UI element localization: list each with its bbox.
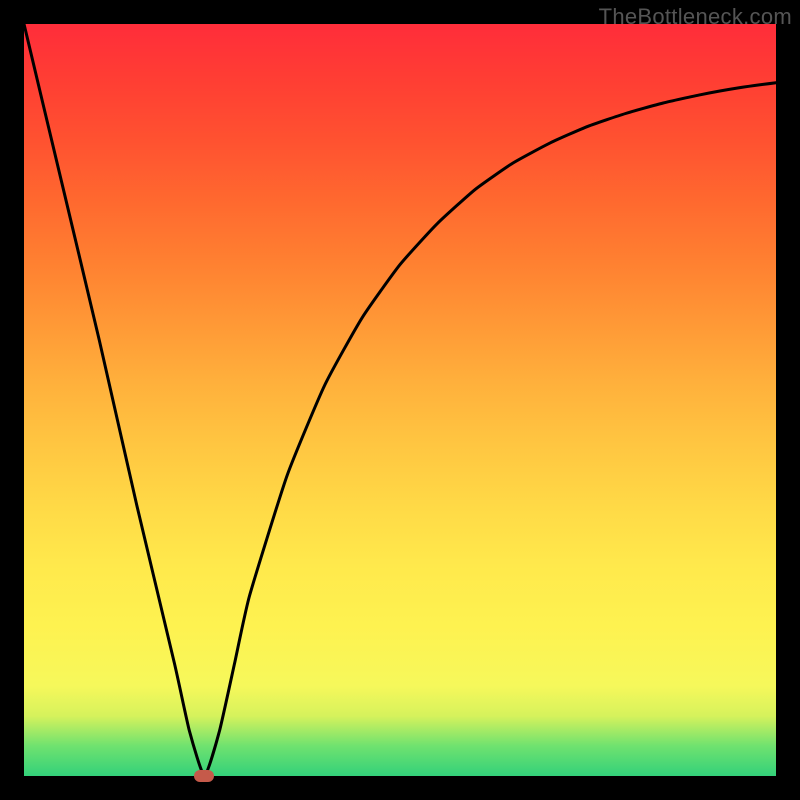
curve-path	[24, 24, 776, 776]
min-marker	[194, 770, 214, 782]
watermark-text: TheBottleneck.com	[599, 4, 792, 30]
plot-area	[24, 24, 776, 776]
chart-frame: TheBottleneck.com	[0, 0, 800, 800]
bottleneck-curve	[24, 24, 776, 776]
